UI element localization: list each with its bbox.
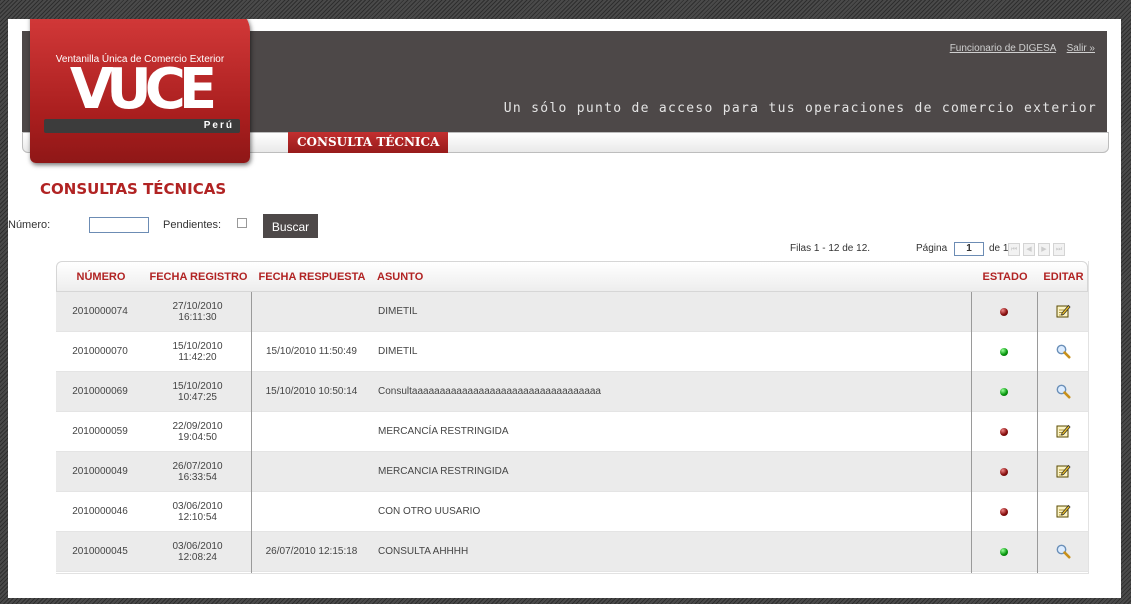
column-divider	[251, 292, 252, 573]
magnifier-icon[interactable]	[1055, 383, 1071, 399]
pager-of-text: de 1	[989, 243, 1009, 254]
status-pending-icon	[1000, 508, 1008, 516]
edit-icon[interactable]	[1055, 503, 1071, 519]
fecha-registro-cell: 15/10/2010 11:42:20	[144, 332, 251, 371]
fecha-registro-date: 15/10/2010	[172, 380, 223, 392]
col-header-asunto[interactable]: ASUNTO	[377, 262, 427, 293]
col-header-fecha-registro[interactable]: FECHA REGISTRO	[145, 262, 252, 293]
logo-country: Perú	[44, 119, 240, 133]
edit-icon[interactable]	[1055, 463, 1071, 479]
user-links: Funcionario de DIGESA Salir »	[942, 43, 1095, 54]
status-answered-icon	[1000, 348, 1008, 356]
vuce-logo[interactable]: Ventanilla Única de Comercio Exterior VU…	[30, 19, 250, 163]
asunto-cell: MERCANCÍA RESTRINGIDA	[378, 426, 509, 437]
first-page-icon[interactable]: ⏮	[1008, 243, 1020, 256]
table-row: 2010000069 15/10/2010 10:47:25 15/10/2010 1…	[56, 372, 1088, 412]
fecha-registro-cell: 22/09/2010 19:04:50	[144, 412, 251, 451]
asunto-cell: Consultaaaaaaaaaaaaaaaaaaaaaaaaaaaaaaaaa…	[378, 386, 601, 397]
table-row: 2010000074 27/10/2010 16:11:30 DIMETIL	[56, 292, 1088, 332]
numero-cell: 2010000059	[72, 426, 128, 437]
page-number-input[interactable]: 1	[954, 242, 984, 256]
tab-consulta-tecnica[interactable]: CONSULTA TÉCNICA	[288, 132, 449, 153]
magnifier-icon[interactable]	[1055, 343, 1071, 359]
table-row: 2010000046 03/06/2010 12:10:54 CON OTRO UUS…	[56, 492, 1088, 532]
table-row: 2010000049 26/07/2010 16:33:54 MERCANCIA RE…	[56, 452, 1088, 492]
numero-cell: 2010000074	[72, 306, 128, 317]
fecha-registro-time: 12:10:54	[178, 511, 217, 523]
numero-cell: 2010000046	[72, 506, 128, 517]
numero-cell: 2010000045	[72, 546, 128, 557]
edit-icon[interactable]	[1055, 423, 1071, 439]
status-answered-icon	[1000, 548, 1008, 556]
fecha-registro-time: 12:08:24	[178, 551, 217, 563]
column-divider	[971, 292, 972, 573]
numero-input[interactable]	[89, 217, 149, 233]
fecha-respuesta-cell	[252, 452, 371, 491]
tagline: Un sólo punto de acceso para tus operaci…	[503, 101, 1097, 116]
fecha-respuesta-cell	[252, 292, 371, 331]
status-pending-icon	[1000, 468, 1008, 476]
magnifier-icon[interactable]	[1055, 543, 1071, 559]
fecha-registro-date: 15/10/2010	[172, 340, 223, 352]
fecha-registro-date: 27/10/2010	[172, 300, 223, 312]
status-pending-icon	[1000, 428, 1008, 436]
fecha-registro-cell: 03/06/2010 12:10:54	[144, 492, 251, 531]
page: Funcionario de DIGESA Salir » Un sólo pu…	[8, 19, 1121, 598]
page-title: CONSULTAS TÉCNICAS	[40, 180, 227, 198]
fecha-registro-cell: 03/06/2010 12:08:24	[144, 532, 251, 571]
fecha-registro-cell: 15/10/2010 10:47:25	[144, 372, 251, 411]
col-header-editar[interactable]: EDITAR	[1038, 262, 1089, 293]
asunto-cell: CONSULTA AHHHH	[378, 546, 469, 557]
column-divider	[1037, 292, 1038, 573]
asunto-cell: CON OTRO UUSARIO	[378, 506, 481, 517]
col-header-numero[interactable]: NÚMERO	[57, 262, 145, 293]
numero-cell: 2010000049	[72, 466, 128, 477]
col-header-fecha-respuesta[interactable]: FECHA RESPUESTA	[252, 262, 372, 293]
asunto-cell: DIMETIL	[378, 306, 418, 317]
table-row: 2010000045 03/06/2010 12:08:24 26/07/2010 1…	[56, 532, 1088, 572]
fecha-respuesta-cell	[252, 492, 371, 531]
fecha-registro-date: 03/06/2010	[172, 500, 223, 512]
asunto-cell: DIMETIL	[378, 346, 418, 357]
asunto-cell: MERCANCIA RESTRINGIDA	[378, 466, 509, 477]
fecha-registro-cell: 26/07/2010 16:33:54	[144, 452, 251, 491]
table-row: 2010000059 22/09/2010 19:04:50 MERCANCÍA RE…	[56, 412, 1088, 452]
fecha-respuesta-cell: 15/10/2010 11:50:49	[265, 346, 357, 357]
status-pending-icon	[1000, 308, 1008, 316]
table-header: NÚMERO FECHA REGISTRO FECHA RESPUESTA AS…	[56, 261, 1088, 292]
search-button[interactable]: Buscar	[263, 214, 318, 238]
status-answered-icon	[1000, 388, 1008, 396]
fecha-registro-time: 16:11:30	[178, 311, 217, 323]
fecha-respuesta-cell	[252, 412, 371, 451]
user-link[interactable]: Funcionario de DIGESA	[950, 43, 1056, 54]
pager-rows-text: Filas 1 - 12 de 12.	[790, 243, 871, 254]
fecha-registro-time: 19:04:50	[178, 431, 217, 443]
fecha-respuesta-cell: 15/10/2010 10:50:14	[265, 386, 358, 397]
col-header-estado[interactable]: ESTADO	[972, 262, 1038, 293]
last-page-icon[interactable]: ⏭	[1053, 243, 1065, 256]
prev-page-icon[interactable]: ◀	[1023, 243, 1035, 256]
table-row: 2010000070 15/10/2010 11:42:20 15/10/2010 1…	[56, 332, 1088, 372]
fecha-registro-date: 03/06/2010	[172, 540, 223, 552]
fecha-respuesta-cell: 26/07/2010 12:15:18	[265, 546, 358, 557]
consultas-table: NÚMERO FECHA REGISTRO FECHA RESPUESTA AS…	[56, 261, 1089, 574]
pendientes-label: Pendientes:	[163, 219, 222, 231]
numero-cell: 2010000069	[72, 386, 128, 397]
logout-link[interactable]: Salir »	[1067, 43, 1095, 54]
fecha-registro-date: 22/09/2010	[172, 420, 223, 432]
numero-label: Número:	[8, 219, 51, 231]
next-page-icon[interactable]: ▶	[1038, 243, 1050, 256]
numero-cell: 2010000070	[72, 346, 128, 357]
fecha-registro-date: 26/07/2010	[172, 460, 223, 472]
pager-page-label: Página	[916, 243, 948, 254]
pendientes-checkbox[interactable]	[237, 218, 247, 228]
fecha-registro-cell: 27/10/2010 16:11:30	[144, 292, 251, 331]
fecha-registro-time: 10:47:25	[178, 391, 217, 403]
logo-wordmark: VUCE	[69, 57, 217, 122]
fecha-registro-time: 16:33:54	[178, 471, 217, 483]
fecha-registro-time: 11:42:20	[178, 351, 217, 363]
edit-icon[interactable]	[1055, 303, 1071, 319]
